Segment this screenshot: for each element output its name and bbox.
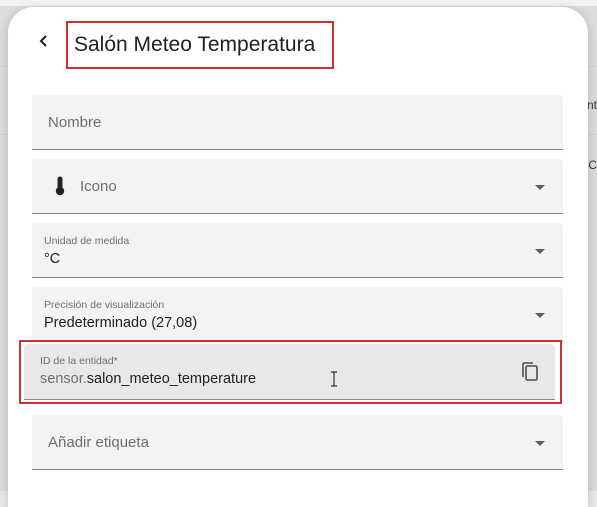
dropdown-arrow-icon bbox=[535, 249, 545, 254]
background-text: nt bbox=[586, 98, 597, 112]
name-placeholder: Nombre bbox=[48, 114, 102, 131]
chevron-left-icon bbox=[37, 34, 51, 53]
entity-id-input[interactable]: salon_meteo_temperature bbox=[87, 371, 256, 387]
dropdown-arrow-icon bbox=[535, 313, 545, 318]
entity-id-field[interactable]: ID de la entidad* sensor.salon_meteo_tem… bbox=[24, 344, 555, 400]
entity-id-value[interactable]: sensor.salon_meteo_temperature bbox=[40, 371, 256, 387]
precision-label: Precisión de visualización bbox=[44, 299, 165, 311]
entity-id-prefix: sensor. bbox=[40, 371, 87, 387]
name-field[interactable]: Nombre bbox=[32, 95, 563, 150]
entity-id-label: ID de la entidad* bbox=[40, 355, 118, 367]
unit-select[interactable]: Unidad de medida °C bbox=[32, 223, 563, 278]
back-button[interactable] bbox=[32, 29, 56, 57]
text-cursor-icon bbox=[330, 371, 338, 392]
dropdown-arrow-icon bbox=[535, 441, 545, 446]
precision-select[interactable]: Precisión de visualización Predeterminad… bbox=[32, 287, 563, 342]
add-label-placeholder: Añadir etiqueta bbox=[48, 434, 149, 451]
icon-picker-field[interactable]: Icono bbox=[32, 159, 563, 214]
dialog-title: Salón Meteo Temperatura bbox=[74, 33, 316, 56]
entity-settings-dialog: Salón Meteo Temperatura Nombre Icono Uni… bbox=[8, 7, 588, 507]
copy-icon[interactable] bbox=[520, 361, 540, 388]
unit-label: Unidad de medida bbox=[44, 235, 130, 247]
thermometer-icon bbox=[54, 176, 66, 201]
title-highlight: Salón Meteo Temperatura bbox=[66, 21, 334, 69]
precision-value: Predeterminado (27,08) bbox=[44, 315, 198, 331]
dropdown-arrow-icon bbox=[535, 185, 545, 190]
unit-value: °C bbox=[44, 251, 61, 267]
add-label-select[interactable]: Añadir etiqueta bbox=[32, 415, 563, 470]
icon-placeholder: Icono bbox=[80, 178, 117, 195]
dialog-header: Salón Meteo Temperatura bbox=[8, 7, 588, 79]
